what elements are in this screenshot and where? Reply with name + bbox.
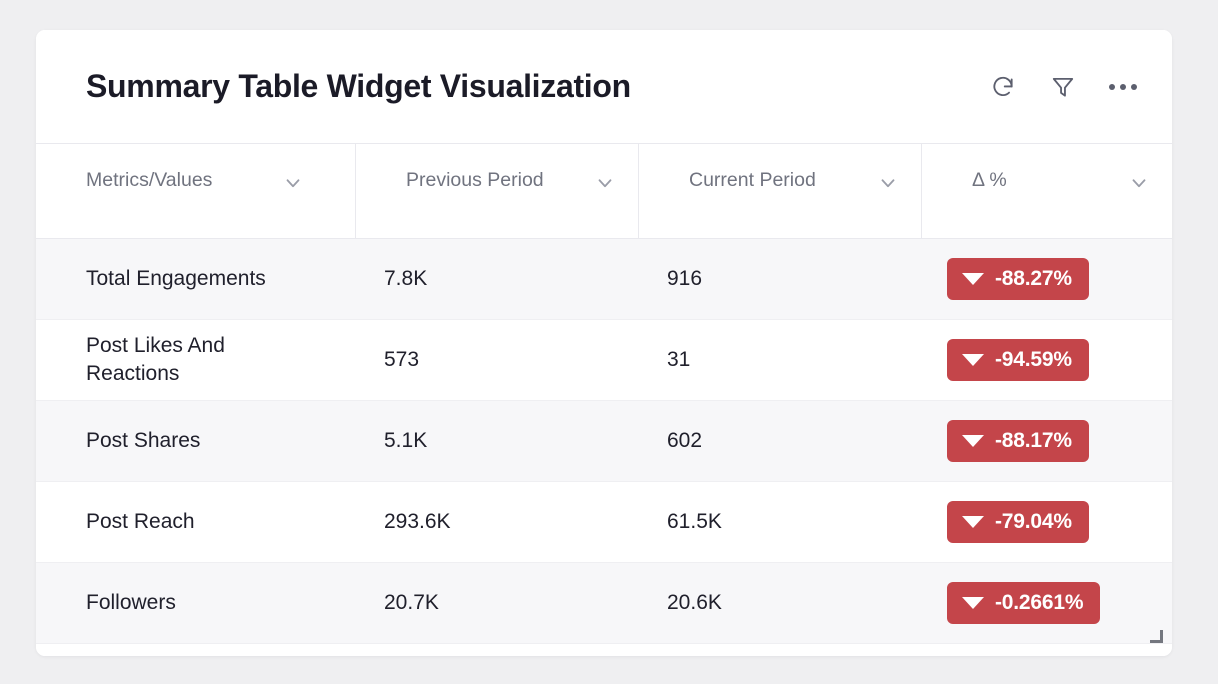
delta-value: -0.2661%: [995, 591, 1084, 614]
cell-previous-period: 293.6K: [356, 482, 639, 562]
column-header-label: Current Period: [689, 169, 816, 191]
delta-value: -88.17%: [995, 429, 1072, 452]
delta-value: -88.27%: [995, 267, 1072, 290]
filter-icon[interactable]: [1048, 72, 1078, 102]
metric-name-label: Total Engagements: [86, 267, 266, 291]
refresh-icon[interactable]: [988, 72, 1018, 102]
cell-metric: Followers: [36, 563, 356, 643]
triangle-down-icon: [962, 354, 984, 366]
metric-name-label: Post Shares: [86, 429, 201, 453]
column-header-label: Metrics/Values: [86, 169, 213, 191]
delta-value: -94.59%: [995, 348, 1072, 371]
page-title: Summary Table Widget Visualization: [86, 68, 631, 104]
cell-current-period: 602: [639, 401, 922, 481]
metric-name-label: Post Likes And Reactions: [86, 334, 225, 385]
more-options-icon[interactable]: [1108, 72, 1138, 102]
cell-metric: Post Reach: [36, 482, 356, 562]
column-header-metrics[interactable]: Metrics/Values: [36, 144, 356, 238]
summary-table: Metrics/Values Previous Period Current P…: [36, 144, 1172, 656]
status-badge: -88.17%: [947, 420, 1089, 462]
previous-period-value: 5.1K: [384, 429, 428, 452]
cell-delta: -88.27%: [922, 239, 1172, 319]
cell-metric: Total Engagements: [36, 239, 356, 319]
current-period-value: 916: [667, 267, 703, 290]
status-badge: -0.2661%: [947, 582, 1101, 624]
cell-current-period: 61.5K: [639, 482, 922, 562]
cell-current-period: 916: [639, 239, 922, 319]
column-header-previous-period[interactable]: Previous Period: [356, 144, 639, 238]
cell-previous-period: 7.8K: [356, 239, 639, 319]
current-period-value: 602: [667, 429, 703, 452]
delta-value: -79.04%: [995, 510, 1072, 533]
chevron-down-icon[interactable]: [594, 172, 616, 194]
cell-previous-period: 5.1K: [356, 401, 639, 481]
cell-delta: -88.17%: [922, 401, 1172, 481]
metric-name-label: Post Reach: [86, 510, 195, 534]
current-period-value: 20.6K: [667, 591, 722, 614]
table-row[interactable]: Total Engagements 7.8K 916 -88.27%: [36, 239, 1172, 320]
table-body: Total Engagements 7.8K 916 -88.27% Post …: [36, 239, 1172, 656]
status-badge: -88.27%: [947, 258, 1089, 300]
cell-delta: -0.2661%: [922, 563, 1172, 643]
chevron-down-icon[interactable]: [877, 172, 899, 194]
cell-current-period: 20.6K: [639, 563, 922, 643]
previous-period-value: 20.7K: [384, 591, 439, 614]
metric-name-label: Followers: [86, 591, 176, 615]
cell-metric: Post Likes And Reactions: [36, 320, 356, 400]
cell-previous-period: 20.7K: [356, 563, 639, 643]
status-badge: -94.59%: [947, 339, 1089, 381]
current-period-value: 61.5K: [667, 510, 722, 533]
column-header-delta-percent[interactable]: Δ %: [922, 144, 1172, 238]
chevron-down-icon[interactable]: [1128, 172, 1150, 194]
status-badge: -79.04%: [947, 501, 1089, 543]
table-row[interactable]: Post Likes And Reactions 573 31 -94.59%: [36, 320, 1172, 401]
cell-current-period: 31: [639, 320, 922, 400]
chevron-down-icon[interactable]: [282, 172, 304, 194]
triangle-down-icon: [962, 516, 984, 528]
triangle-down-icon: [962, 597, 984, 609]
column-header-label: Previous Period: [406, 169, 544, 191]
previous-period-value: 573: [384, 348, 420, 371]
cell-metric: Post Shares: [36, 401, 356, 481]
previous-period-value: 293.6K: [384, 510, 451, 533]
current-period-value: 31: [667, 348, 691, 371]
table-row[interactable]: Post Reach 293.6K 61.5K -79.04%: [36, 482, 1172, 563]
cell-delta: -94.59%: [922, 320, 1172, 400]
summary-table-widget: Summary Table Widget Visualization Metri…: [36, 30, 1172, 656]
table-row[interactable]: Followers 20.7K 20.6K -0.2661%: [36, 563, 1172, 644]
triangle-down-icon: [962, 273, 984, 285]
table-row[interactable]: Post Shares 5.1K 602 -88.17%: [36, 401, 1172, 482]
resize-handle[interactable]: [1150, 630, 1163, 643]
triangle-down-icon: [962, 435, 984, 447]
ellipsis-glyph: [1109, 83, 1137, 90]
column-header-current-period[interactable]: Current Period: [639, 144, 922, 238]
previous-period-value: 7.8K: [384, 267, 428, 290]
cell-delta: -79.04%: [922, 482, 1172, 562]
column-header-label: Δ %: [972, 169, 1007, 191]
cell-previous-period: 573: [356, 320, 639, 400]
widget-header: Summary Table Widget Visualization: [36, 30, 1172, 144]
widget-header-actions: [988, 72, 1138, 102]
table-header-row: Metrics/Values Previous Period Current P…: [36, 144, 1172, 239]
